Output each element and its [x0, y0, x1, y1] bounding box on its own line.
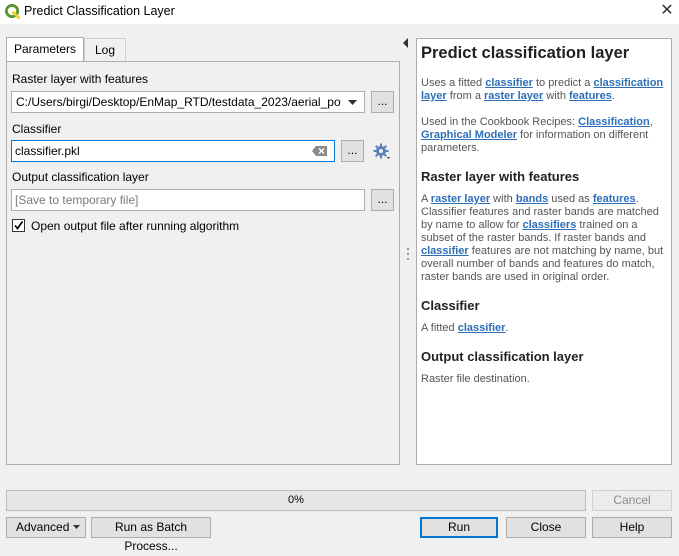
raster-layer-combo[interactable]: C:/Users/birgi/Desktop/EnMap_RTD/testdat…: [11, 91, 365, 113]
progress-text: 0%: [288, 494, 304, 506]
output-browse-menu-button[interactable]: ...: [371, 189, 394, 211]
output-file-input[interactable]: [Save to temporary file]: [11, 189, 365, 211]
parameters-panel: [6, 61, 400, 465]
classifier-value: classifier.pkl: [15, 144, 80, 158]
classifier-label: Classifier: [12, 122, 62, 136]
help-link[interactable]: classifiers: [523, 219, 577, 231]
gear-icon[interactable]: [373, 143, 391, 161]
raster-browse-button[interactable]: ...: [371, 91, 394, 113]
help-link[interactable]: features: [569, 90, 612, 102]
help-link[interactable]: classifier: [458, 322, 506, 334]
run-as-batch-button[interactable]: Run as Batch Process...: [91, 517, 211, 553]
help-link[interactable]: Classification: [578, 116, 650, 128]
help-classifier-text: A fitted classifier.: [421, 322, 509, 334]
help-link[interactable]: raster layer: [431, 193, 490, 205]
help-output-text: Raster file destination.: [421, 373, 530, 385]
classifier-input[interactable]: classifier.pkl: [11, 140, 335, 162]
help-link[interactable]: classifier: [485, 77, 533, 89]
help-link[interactable]: Graphical Modeler: [421, 129, 517, 141]
help-classifier-heading: Classifier: [421, 298, 480, 313]
open-output-label: Open output file after running algorithm: [31, 219, 240, 233]
output-file-placeholder: [Save to temporary file]: [15, 193, 139, 207]
splitter-handle-icon[interactable]: [407, 248, 409, 260]
output-browse-label: ...: [377, 192, 388, 206]
output-layer-label: Output classification layer: [12, 170, 149, 184]
help-link[interactable]: features: [593, 193, 636, 205]
raster-layer-label: Raster layer with features: [12, 72, 149, 86]
window-title: Predict Classification Layer: [24, 4, 175, 18]
help-button[interactable]: Help: [592, 517, 672, 538]
help-link[interactable]: bands: [516, 193, 548, 205]
run-button[interactable]: Run: [420, 517, 498, 538]
progress-bar: 0%: [6, 490, 586, 511]
close-button[interactable]: Close: [506, 517, 586, 538]
chevron-down-icon: [348, 100, 357, 105]
classifier-browse-button[interactable]: ...: [341, 140, 364, 162]
help-intro: Uses a fitted classifier to predict a cl…: [421, 77, 664, 102]
help-raster-text: A raster layer with bands used as featur…: [421, 193, 664, 283]
help-link[interactable]: raster layer: [484, 90, 543, 102]
checkmark-icon: [14, 221, 24, 230]
help-title: Predict classification layer: [421, 44, 630, 62]
help-cookbook: Used in the Cookbook Recipes: Classifica…: [421, 116, 653, 154]
collapse-arrow-icon[interactable]: [402, 38, 410, 48]
clear-field-icon[interactable]: [312, 146, 327, 156]
chevron-down-icon: [73, 525, 80, 529]
qgis-logo-icon: [5, 4, 20, 19]
help-link[interactable]: classification layer: [421, 77, 663, 102]
help-raster-heading: Raster layer with features: [421, 169, 580, 184]
raster-layer-value: C:/Users/birgi/Desktop/EnMap_RTD/testdat…: [16, 95, 341, 109]
advanced-button[interactable]: Advanced: [6, 517, 86, 538]
help-link[interactable]: classifier: [421, 245, 469, 257]
open-output-checkbox[interactable]: [12, 219, 25, 232]
tab-parameters[interactable]: Parameters: [6, 37, 84, 62]
tab-log[interactable]: Log: [84, 38, 126, 61]
close-window-icon[interactable]: ✕: [657, 1, 677, 21]
help-output-heading: Output classification layer: [421, 349, 584, 364]
cancel-button[interactable]: Cancel: [592, 490, 672, 511]
advanced-label: Advanced: [16, 520, 70, 534]
help-panel: Predict classification layer Uses a fitt…: [416, 38, 672, 465]
